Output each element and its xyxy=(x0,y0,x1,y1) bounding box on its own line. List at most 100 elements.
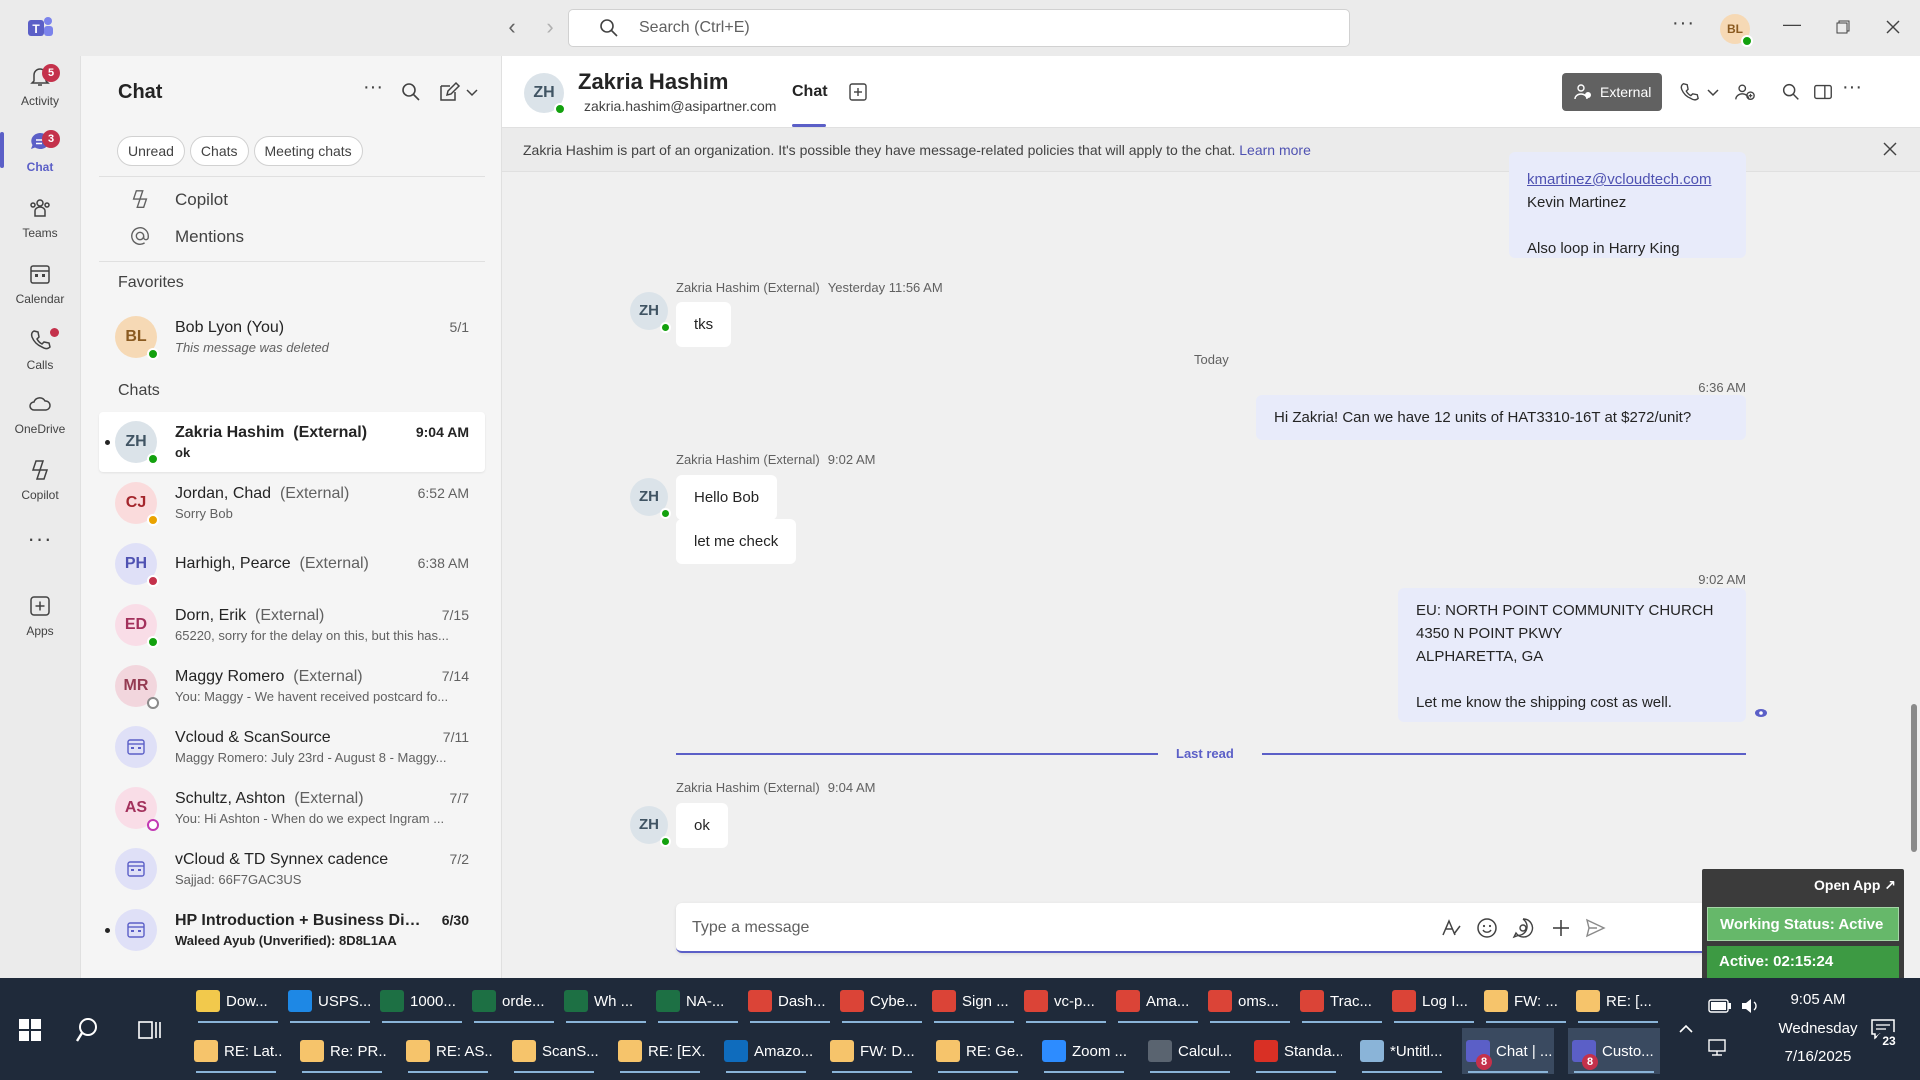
chevron-down-icon[interactable] xyxy=(465,80,479,104)
taskbar-button[interactable]: Amazo... xyxy=(720,1028,812,1074)
add-people-icon[interactable] xyxy=(1734,81,1756,103)
taskbar-button[interactable]: *Untitl... xyxy=(1356,1028,1448,1074)
taskbar-button[interactable]: oms... xyxy=(1204,978,1296,1024)
attach-plus-icon[interactable] xyxy=(1550,917,1572,939)
task-view-icon[interactable] xyxy=(136,1016,164,1044)
chat-row-harhigh-pearce[interactable]: PH Harhigh, Pearce (External) 6:38 AM xyxy=(99,534,485,594)
tab-chat[interactable]: Chat xyxy=(792,83,828,101)
filter-meeting-chats[interactable]: Meeting chats xyxy=(253,136,363,166)
taskbar-button[interactable]: RE: Lat... xyxy=(190,1028,282,1074)
chat-row-bob-lyon[interactable]: BL Bob Lyon (You) This message was delet… xyxy=(99,307,485,367)
chat-scrollbar[interactable] xyxy=(1911,704,1917,852)
taskbar-button[interactable]: orde... xyxy=(468,978,560,1024)
taskbar-button[interactable]: Standa... xyxy=(1250,1028,1342,1074)
learn-more-link[interactable]: Learn more xyxy=(1239,142,1311,158)
chat-row-vcloud-td-synnex[interactable]: vCloud & TD Synnex cadence Sajjad: 66F7G… xyxy=(99,839,485,899)
taskbar-button[interactable]: Chat | ... 8 xyxy=(1462,1028,1554,1074)
taskbar-button[interactable]: Dow... xyxy=(192,978,284,1024)
filter-chats[interactable]: Chats xyxy=(189,136,249,166)
close-window-icon[interactable] xyxy=(1886,20,1900,34)
rail-item-chat[interactable]: 3 Chat xyxy=(0,124,80,186)
volume-icon[interactable] xyxy=(1740,998,1760,1014)
taskbar-button[interactable]: RE: Ge... xyxy=(932,1028,1024,1074)
more-options-icon[interactable]: ··· xyxy=(1672,12,1695,35)
send-icon[interactable] xyxy=(1584,917,1606,939)
outgoing-message[interactable]: kmartinez@vcloudtech.com Kevin Martinez … xyxy=(1509,152,1746,258)
show-hidden-icons-chevron[interactable] xyxy=(1678,1022,1694,1034)
windows-start-icon[interactable] xyxy=(18,1018,42,1042)
taskbar-button[interactable]: NA-... xyxy=(652,978,744,1024)
incoming-message[interactable]: let me check xyxy=(676,519,797,564)
chat-row-zakria-hashim[interactable]: ZH Zakria Hashim (External) ok 9:04 AM xyxy=(99,412,485,472)
chat-row-hp-introduction[interactable]: HP Introduction + Business Dis... Waleed… xyxy=(99,900,485,960)
copilot-link[interactable]: Copilot xyxy=(129,186,479,214)
taskbar-button[interactable]: Cybe... xyxy=(836,978,928,1024)
taskbar-button[interactable]: ScanS... xyxy=(508,1028,600,1074)
sender-avatar[interactable]: ZH xyxy=(630,292,671,333)
mentions-link[interactable]: Mentions xyxy=(129,223,479,251)
message-input[interactable] xyxy=(692,916,1392,940)
open-side-panel-icon[interactable] xyxy=(1812,81,1834,103)
outgoing-message[interactable]: EU: NORTH POINT COMMUNITY CHURCH 4350 N … xyxy=(1398,588,1746,722)
forward-arrow-icon[interactable]: › xyxy=(538,14,562,40)
incoming-message[interactable]: ok xyxy=(676,803,728,848)
rail-item-calendar[interactable]: Calendar xyxy=(0,256,80,318)
desktop-connect-icon[interactable] xyxy=(1706,1038,1728,1056)
taskbar-button[interactable]: RE: AS... xyxy=(402,1028,494,1074)
taskbar-button[interactable]: FW: D... xyxy=(826,1028,918,1074)
taskbar-button[interactable]: RE: [... xyxy=(1572,978,1664,1024)
search-input[interactable] xyxy=(639,17,1239,39)
taskbar-button[interactable]: Dash... xyxy=(744,978,836,1024)
external-button[interactable]: External xyxy=(1562,73,1662,111)
battery-icon[interactable] xyxy=(1708,998,1732,1014)
new-chat-icon[interactable] xyxy=(437,80,461,104)
add-tab-icon[interactable] xyxy=(848,82,868,102)
taskbar-button[interactable]: Ama... xyxy=(1112,978,1204,1024)
filter-unread[interactable]: Unread xyxy=(117,136,185,166)
close-banner-icon[interactable] xyxy=(1880,139,1900,159)
chat-list-more-icon[interactable]: ··· xyxy=(363,76,387,100)
rail-item-apps[interactable]: Apps xyxy=(0,588,80,650)
chat-row-maggy-romero[interactable]: MR Maggy Romero (External) You: Maggy - … xyxy=(99,656,485,716)
email-link[interactable]: kmartinez@vcloudtech.com xyxy=(1527,168,1728,191)
taskbar-button[interactable]: FW: ... xyxy=(1480,978,1572,1024)
taskbar-button[interactable]: Trac... xyxy=(1296,978,1388,1024)
chat-row-dorn-erik[interactable]: ED Dorn, Erik (External) 65220, sorry fo… xyxy=(99,595,485,655)
rail-item-calls[interactable]: Calls xyxy=(0,322,80,384)
taskbar-button[interactable]: Zoom ... xyxy=(1038,1028,1130,1074)
minimize-icon[interactable]: — xyxy=(1777,14,1807,35)
rail-item-copilot[interactable]: Copilot xyxy=(0,452,80,514)
rail-item-more[interactable]: ··· xyxy=(0,526,80,588)
user-avatar[interactable]: BL xyxy=(1720,14,1753,47)
taskbar-button[interactable]: USPS... xyxy=(284,978,376,1024)
call-icon[interactable] xyxy=(1678,81,1700,103)
clock-time[interactable]: 9:05 AM xyxy=(1770,991,1866,1008)
taskbar-button[interactable]: RE: [EX... xyxy=(614,1028,706,1074)
chat-row-jordan-chad[interactable]: CJ Jordan, Chad (External) Sorry Bob 6:5… xyxy=(99,473,485,533)
chat-row-vcloud-scansource[interactable]: Vcloud & ScanSource Maggy Romero: July 2… xyxy=(99,717,485,777)
rail-item-activity[interactable]: 5 Activity xyxy=(0,58,80,120)
outgoing-message[interactable]: Hi Zakria! Can we have 12 units of HAT33… xyxy=(1256,395,1746,440)
global-search[interactable] xyxy=(568,9,1350,47)
sender-avatar[interactable]: ZH xyxy=(630,478,671,519)
chat-more-options-icon[interactable]: ··· xyxy=(1842,76,1864,98)
loop-icon[interactable] xyxy=(1512,917,1534,939)
chat-row-schultz-ashton[interactable]: AS Schultz, Ashton (External) You: Hi As… xyxy=(99,778,485,838)
taskbar-button[interactable]: Calcul... xyxy=(1144,1028,1236,1074)
taskbar-button[interactable]: Re: PR... xyxy=(296,1028,388,1074)
contact-name[interactable]: Zakria Hashim xyxy=(578,69,728,95)
call-options-chevron-icon[interactable] xyxy=(1706,81,1720,103)
taskbar-button[interactable]: Custo... 8 xyxy=(1568,1028,1660,1074)
incoming-message[interactable]: Hello Bob xyxy=(676,475,778,520)
filter-search-icon[interactable] xyxy=(399,80,423,104)
rail-item-onedrive[interactable]: OneDrive xyxy=(0,386,80,448)
back-arrow-icon[interactable]: ‹ xyxy=(500,14,524,40)
search-in-chat-icon[interactable] xyxy=(1780,81,1802,103)
taskbar-button[interactable]: vc-p... xyxy=(1020,978,1112,1024)
taskbar-button[interactable]: 1000... xyxy=(376,978,468,1024)
taskbar-button[interactable]: Wh ... xyxy=(560,978,652,1024)
format-icon[interactable] xyxy=(1440,917,1462,939)
rail-item-teams[interactable]: Teams xyxy=(0,190,80,252)
open-app-button[interactable]: Open App ↗ xyxy=(1814,877,1896,894)
incoming-message[interactable]: tks xyxy=(676,302,732,347)
